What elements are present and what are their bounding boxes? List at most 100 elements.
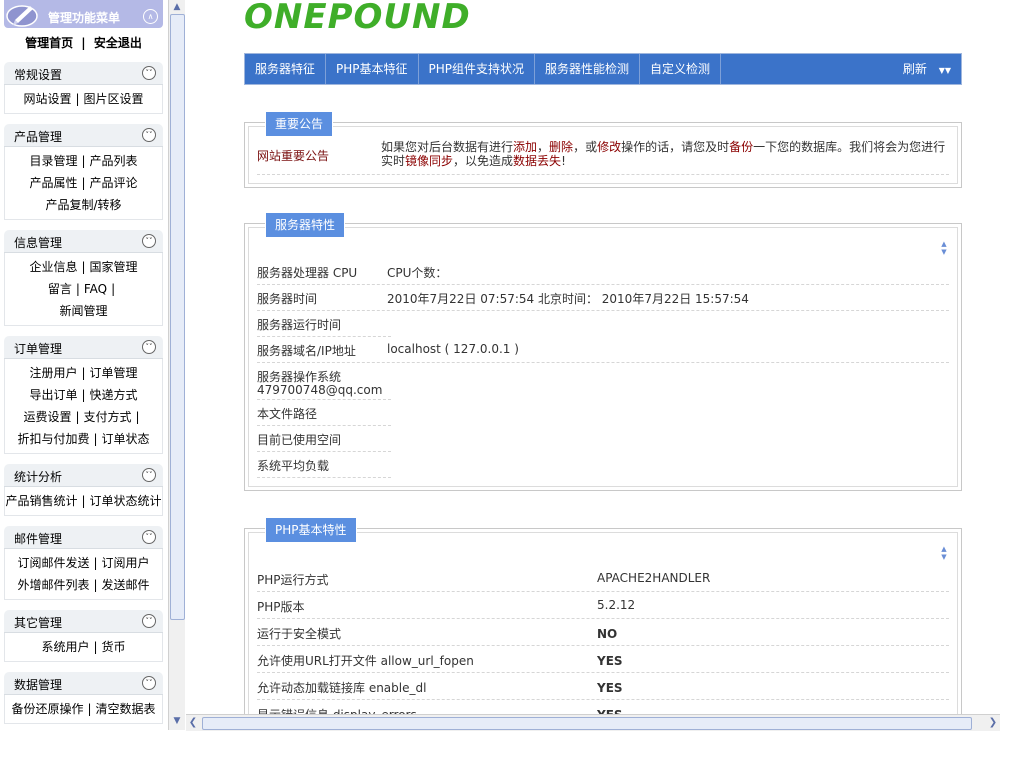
menu-link[interactable]: 产品属性: [29, 176, 77, 190]
menu-link[interactable]: 订阅用户: [102, 556, 150, 570]
menu-group-body: 注册用户 | 订单管理 导出订单 | 快递方式 运费设置 | 支付方式 | 折扣与付加费 | 订单状态: [4, 359, 163, 454]
collapse-group-icon[interactable]: ˅˅: [142, 468, 156, 482]
collapse-toggle-icon[interactable]: ▲ ▼: [939, 240, 949, 256]
menu-group-header[interactable]: 常规设置 ˅˅: [4, 62, 163, 85]
scroll-right-icon[interactable]: ❯: [986, 715, 1000, 731]
server-row: 服务器操作系统 479700748@qq.com: [257, 362, 391, 400]
menu-link[interactable]: 订单状态统计: [90, 494, 162, 508]
menu-link[interactable]: 支付方式: [84, 410, 132, 424]
server-row-key: 目前已使用空间: [257, 433, 342, 447]
menu-link[interactable]: 发送邮件: [102, 578, 150, 592]
horizontal-scrollbar[interactable]: ❮ ❯: [186, 714, 1000, 731]
php-row-value: 5.2.12: [597, 598, 636, 612]
menu-link[interactable]: 新闻管理: [59, 304, 107, 318]
collapse-group-icon[interactable]: ˅˅: [142, 676, 156, 690]
php-row-value: YES: [597, 681, 623, 695]
menu-group-header[interactable]: 产品管理 ˅˅: [4, 124, 163, 147]
menu-link[interactable]: 导出订单: [29, 388, 77, 402]
menu-link[interactable]: 国家管理: [90, 260, 138, 274]
server-row: 目前已使用空间: [257, 425, 391, 452]
logout-link[interactable]: 安全退出: [94, 36, 142, 50]
menu-link[interactable]: 图片区设置: [84, 92, 144, 106]
menu-line: 产品销售统计 | 订单状态统计: [5, 490, 162, 512]
server-row-key: 服务器处理器 CPU: [257, 266, 358, 280]
scrollbar-thumb[interactable]: [202, 717, 972, 730]
dropdown-icon: ▼▼: [938, 66, 951, 75]
menu-link[interactable]: 订单状态: [102, 432, 150, 446]
menu-link[interactable]: 外增邮件列表: [17, 578, 89, 592]
menu-link[interactable]: 产品评论: [90, 176, 138, 190]
menu-link[interactable]: 订阅邮件发送: [17, 556, 89, 570]
brand-logo: ONEPOUND: [244, 0, 471, 37]
scrollbar-thumb[interactable]: [170, 14, 185, 620]
menu-link[interactable]: 产品销售统计: [5, 494, 77, 508]
nav-tab[interactable]: 服务器性能检测: [535, 54, 641, 84]
server-row-key: 本文件路径: [257, 407, 318, 421]
php-row-value: YES: [597, 654, 623, 668]
vertical-scrollbar[interactable]: ▲ ▼: [168, 0, 185, 730]
menu-group-header[interactable]: 统计分析 ˅˅: [4, 464, 163, 487]
collapse-group-icon[interactable]: ˅˅: [142, 128, 156, 142]
php-row: 显示错误信息 display_errorsYES: [257, 700, 949, 714]
menu-panel: 管理功能菜单 ∧ 管理首页 | 安全退出 常规设置 ˅˅ 网站设置 | 图片区设置产品管…: [4, 0, 163, 730]
collapse-group-icon[interactable]: ˅˅: [142, 614, 156, 628]
admin-home-link[interactable]: 管理首页: [25, 36, 73, 50]
menu-group-title: 产品管理: [14, 130, 63, 144]
divider: |: [93, 640, 98, 654]
menu-line: 产品属性 | 产品评论: [5, 172, 162, 194]
scroll-down-icon[interactable]: ▼: [169, 714, 185, 728]
menu-title: 管理功能菜单: [48, 11, 121, 25]
menu-group-body: 目录管理 | 产品列表 产品属性 | 产品评论 产品复制/转移: [4, 147, 163, 220]
menu-groups: 常规设置 ˅˅ 网站设置 | 图片区设置产品管理 ˅˅ 目录管理 | 产品列表产品属性 | 产品评论…: [4, 62, 163, 724]
divider: |: [81, 388, 86, 402]
scroll-left-icon[interactable]: ❮: [186, 715, 200, 731]
collapse-group-icon[interactable]: ˅˅: [142, 530, 156, 544]
menu-link[interactable]: 企业信息: [29, 260, 77, 274]
nav-tab[interactable]: PHP基本特征: [326, 54, 419, 84]
menu-link[interactable]: 目录管理: [29, 154, 77, 168]
menu-group-header[interactable]: 数据管理 ˅˅: [4, 672, 163, 695]
menu-group: 数据管理 ˅˅ 备份还原操作 | 清空数据表: [4, 672, 163, 724]
notice-highlight: 修改: [597, 140, 622, 154]
collapse-group-icon[interactable]: ˅˅: [142, 66, 156, 80]
menu-group-header[interactable]: 信息管理 ˅˅: [4, 230, 163, 253]
menu-line: 订阅邮件发送 | 订阅用户: [5, 552, 162, 574]
menu-line: 导出订单 | 快递方式: [5, 384, 162, 406]
menu-line: 产品复制/转移: [5, 194, 162, 216]
server-row: 服务器域名/IP地址 localhost ( 127.0.0.1 ): [257, 336, 949, 363]
menu-link[interactable]: 系统用户: [41, 640, 89, 654]
php-row: 运行于安全模式 NO: [257, 619, 949, 646]
menu-link[interactable]: 留言: [48, 282, 72, 296]
menu-top-links: 管理首页 | 安全退出: [4, 28, 163, 52]
menu-group-header[interactable]: 其它管理 ˅˅: [4, 610, 163, 633]
menu-link[interactable]: 产品复制/转移: [45, 198, 121, 212]
menu-group-header[interactable]: 邮件管理 ˅˅: [4, 526, 163, 549]
menu-link[interactable]: 折扣与付加费: [17, 432, 89, 446]
menu-link[interactable]: 订单管理: [90, 366, 138, 380]
menu-link[interactable]: 清空数据表: [96, 702, 156, 716]
collapse-group-icon[interactable]: ˅˅: [142, 234, 156, 248]
menu-group-header[interactable]: 订单管理 ˅˅: [4, 336, 163, 359]
menu-group: 统计分析 ˅˅ 产品销售统计 | 订单状态统计: [4, 464, 163, 516]
menu-link[interactable]: 注册用户: [29, 366, 77, 380]
collapse-toggle-icon[interactable]: ▲ ▼: [939, 545, 949, 561]
php-row: 允许动态加载链接库 enable_dl YES: [257, 673, 949, 700]
collapse-all-icon[interactable]: ∧: [143, 9, 158, 24]
nav-tab[interactable]: PHP组件支持状况: [419, 54, 536, 84]
nav-tab[interactable]: 服务器特征: [245, 54, 327, 84]
notice-part: ，: [537, 140, 550, 154]
collapse-group-icon[interactable]: ˅˅: [142, 340, 156, 354]
menu-link[interactable]: 快递方式: [90, 388, 138, 402]
scroll-up-icon[interactable]: ▲: [169, 0, 185, 14]
menu-link[interactable]: 运费设置: [23, 410, 71, 424]
menu-link[interactable]: 产品列表: [90, 154, 138, 168]
notice-highlight: 添加: [513, 140, 538, 154]
menu-link[interactable]: 货币: [102, 640, 126, 654]
nav-tab[interactable]: 自定义检测: [640, 54, 722, 84]
menu-group: 常规设置 ˅˅ 网站设置 | 图片区设置: [4, 62, 163, 114]
menu-link[interactable]: 网站设置: [23, 92, 71, 106]
menu-link[interactable]: FAQ: [84, 282, 107, 296]
refresh-button[interactable]: 刷新 ▼▼: [903, 54, 951, 86]
menu-link[interactable]: 备份还原操作: [11, 702, 83, 716]
server-row: 本文件路径: [257, 399, 391, 426]
